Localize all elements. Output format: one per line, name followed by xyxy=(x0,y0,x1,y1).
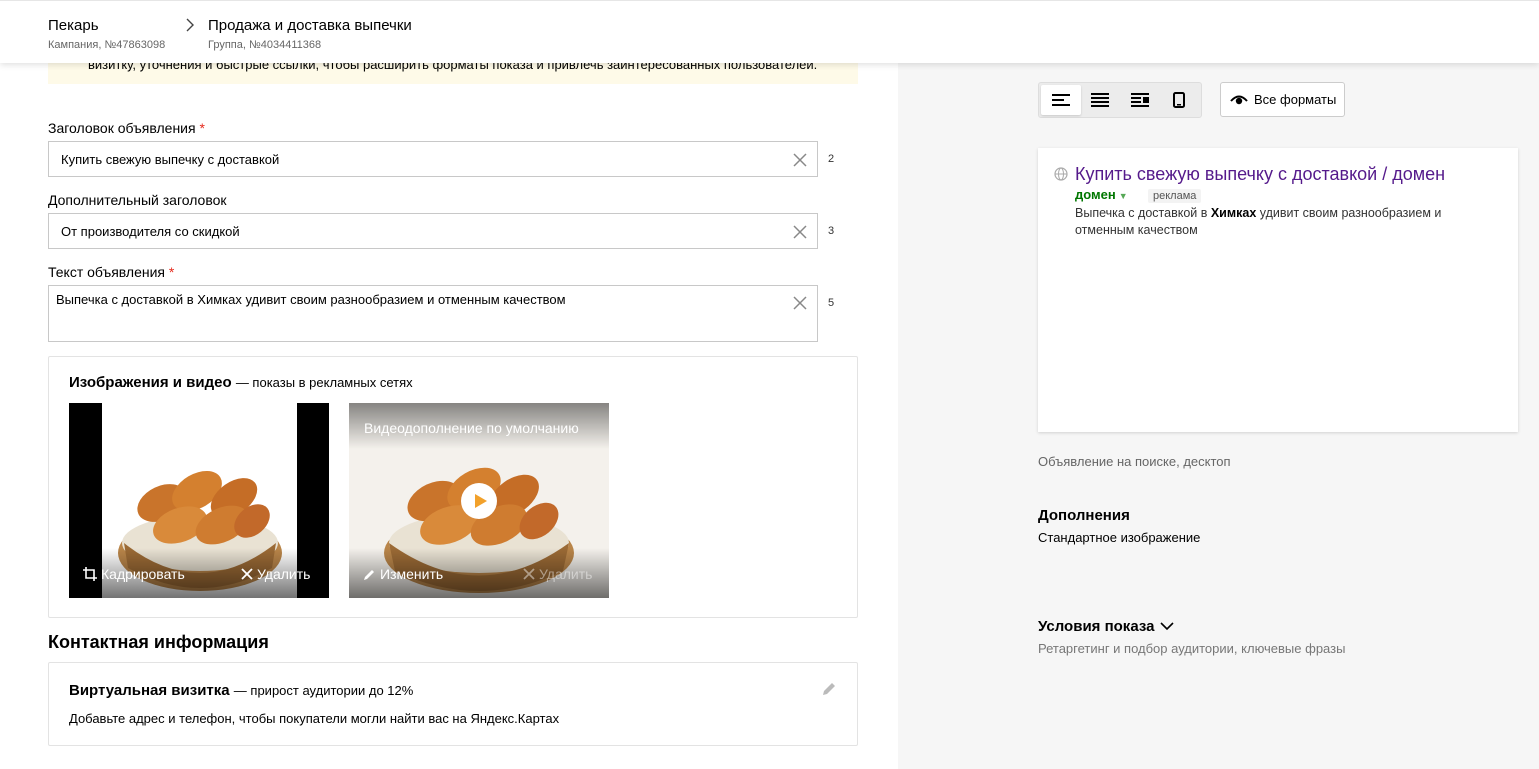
campaign-title: Пекарь xyxy=(48,17,99,34)
video-tile[interactable]: Видеодополнение по умолчанию Изменить Уд… xyxy=(349,403,609,598)
format-desktop-button[interactable] xyxy=(1041,85,1081,115)
phone-icon xyxy=(1173,92,1186,108)
clear-icon[interactable] xyxy=(793,296,807,310)
play-icon xyxy=(475,494,487,508)
ad-text-bold: Химках xyxy=(1210,206,1257,220)
clear-icon[interactable] xyxy=(793,225,807,239)
breadcrumb-group[interactable]: Продажа и доставка выпечки Группа, №4034… xyxy=(208,17,412,52)
video-delete-label: Удалить xyxy=(539,566,593,582)
header-bar: Пекарь Кампания, №47863098 Продажа и дос… xyxy=(0,0,1539,63)
media-title: Изображения и видео xyxy=(69,374,232,391)
required-mark: * xyxy=(199,120,205,136)
subtitle-input[interactable]: От производителя со скидкой xyxy=(48,213,818,249)
conditions-heading: Условия показа xyxy=(1038,618,1155,635)
text-label: Текст объявления * xyxy=(48,264,174,280)
ad-preview-card: Купить свежую выпечку с доставкой / доме… xyxy=(1038,148,1518,432)
conditions-toggle[interactable]: Условия показа xyxy=(1038,618,1175,635)
text-label-text: Текст объявления xyxy=(48,264,166,280)
subtitle-label: Дополнительный заголовок xyxy=(48,192,227,208)
subtitle-input-value: От производителя со скидкой xyxy=(61,224,240,239)
video-edit-button[interactable]: Изменить xyxy=(363,566,443,582)
preview-panel: Все форматы Купить свежую выпечку с дост… xyxy=(898,0,1539,769)
dropdown-triangle-icon: ▼ xyxy=(1118,191,1128,201)
video-delete-button[interactable]: Удалить xyxy=(523,566,592,582)
required-mark: * xyxy=(168,264,175,280)
list-icon xyxy=(1091,93,1110,107)
title-input[interactable]: Купить свежую выпечку с доставкой xyxy=(48,141,818,177)
subtitle-label-text: Дополнительный заголовок xyxy=(48,192,227,208)
ad-preview-title[interactable]: Купить свежую выпечку с доставкой / доме… xyxy=(1075,164,1445,185)
ad-preview-domain-text: домен xyxy=(1075,187,1116,202)
image-delete-button[interactable]: Удалить xyxy=(241,566,310,582)
extras-heading: Дополнения xyxy=(1038,507,1130,524)
format-switcher xyxy=(1038,82,1202,118)
title-label: Заголовок объявления * xyxy=(48,120,205,136)
all-formats-label: Все форматы xyxy=(1254,92,1337,107)
conditions-subtitle: Ретаргетинг и подбор аудитории, ключевые… xyxy=(1038,641,1346,656)
group-id: Группа, №4034411368 xyxy=(208,39,322,51)
media-card-title: Изображения и видео — показы в рекламных… xyxy=(69,374,413,391)
contacts-heading: Контактная информация xyxy=(48,632,269,652)
title-label-text: Заголовок объявления xyxy=(48,120,196,136)
virtual-card-text: Добавьте адрес и телефон, чтобы покупате… xyxy=(69,711,560,726)
campaign-id: Кампания, №47863098 xyxy=(48,39,166,51)
editor-panel: визитку, уточнения и быстрые ссылки, что… xyxy=(0,0,898,769)
video-title: Видеодополнение по умолчанию xyxy=(364,420,579,436)
image-delete-label: Удалить xyxy=(257,566,311,582)
crop-button[interactable]: Кадрировать xyxy=(83,566,185,582)
crop-icon xyxy=(83,567,97,581)
all-formats-button[interactable]: Все форматы xyxy=(1220,82,1345,117)
extras-value: Стандартное изображение xyxy=(1038,530,1201,545)
group-title: Продажа и доставка выпечки xyxy=(208,17,412,34)
format-list-button[interactable] xyxy=(1081,85,1121,115)
media-layout-icon xyxy=(1130,93,1149,107)
virtual-card-title-text: Виртуальная визитка xyxy=(69,682,230,699)
ad-label-badge: реклама xyxy=(1148,189,1202,203)
close-icon xyxy=(241,568,253,580)
close-icon xyxy=(523,568,535,580)
globe-icon xyxy=(1054,167,1068,181)
image-tile[interactable]: Кадрировать Удалить xyxy=(69,403,329,598)
play-button[interactable] xyxy=(461,483,497,519)
media-subtitle: — показы в рекламных сетях xyxy=(235,375,413,390)
pencil-icon xyxy=(364,569,374,580)
virtual-card-subtitle: — прирост аудитории до 12% xyxy=(233,683,414,698)
format-mobile-button[interactable] xyxy=(1160,85,1200,115)
eye-icon xyxy=(1230,95,1248,104)
ad-preview-text: Выпечка с доставкой в Химках удивит свои… xyxy=(1075,205,1455,239)
format-media-button[interactable] xyxy=(1120,85,1160,115)
video-edit-label: Изменить xyxy=(380,566,444,582)
align-left-icon xyxy=(1051,94,1070,106)
ad-text-value: Выпечка с доставкой в Химках удивит свои… xyxy=(56,292,566,307)
virtual-card-title: Виртуальная визитка — прирост аудитории … xyxy=(69,682,413,699)
title-input-value: Купить свежую выпечку с доставкой xyxy=(61,152,280,167)
crop-label: Кадрировать xyxy=(101,566,185,582)
virtual-card: Виртуальная визитка — прирост аудитории … xyxy=(48,662,858,746)
ad-preview-domain[interactable]: домен ▼ xyxy=(1075,187,1128,202)
ad-text-textarea[interactable]: Выпечка с доставкой в Химках удивит свои… xyxy=(48,285,818,342)
clear-icon[interactable] xyxy=(793,153,807,167)
chevron-right-icon xyxy=(186,18,194,32)
subtitle-counter: 3 xyxy=(828,225,835,237)
preview-caption: Объявление на поиске, десктоп xyxy=(1038,454,1231,469)
ad-text-part: Выпечка с доставкой в xyxy=(1075,206,1211,220)
edit-icon[interactable] xyxy=(822,681,837,696)
media-card: Изображения и видео — показы в рекламных… xyxy=(48,356,858,618)
chevron-down-icon xyxy=(1160,622,1175,631)
text-counter: 5 xyxy=(828,297,835,309)
title-counter: 2 xyxy=(828,153,835,165)
breadcrumb-campaign[interactable]: Пекарь Кампания, №47863098 xyxy=(48,17,165,52)
